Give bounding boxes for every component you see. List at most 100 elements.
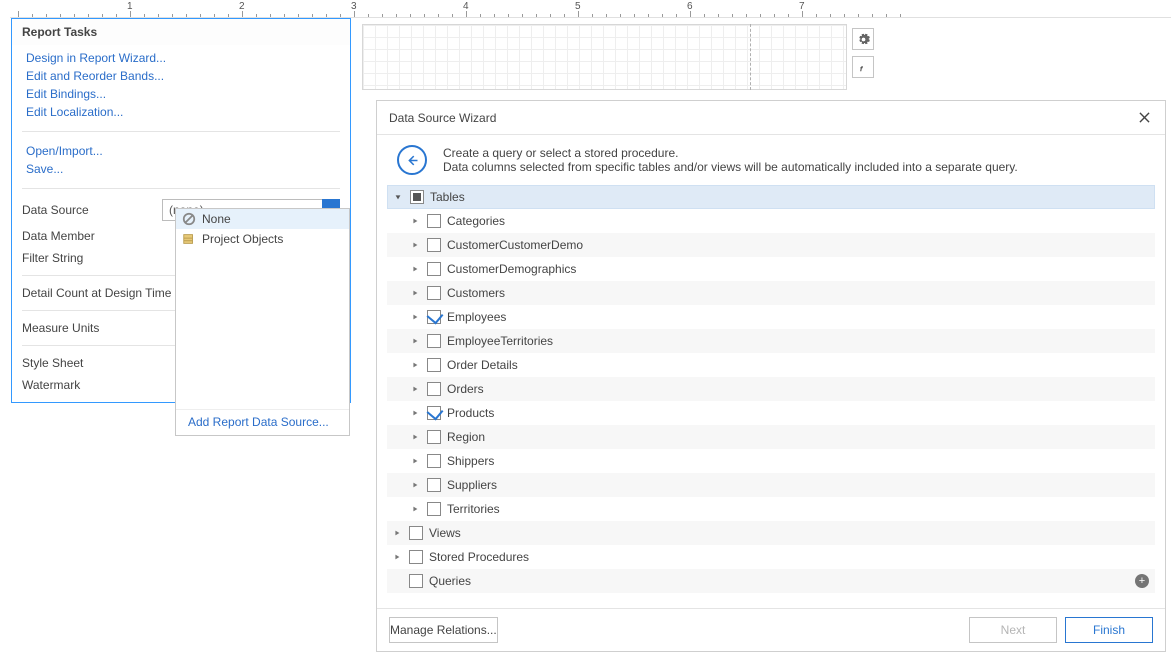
- wizard-next-button[interactable]: Next: [969, 617, 1057, 643]
- wizard-close-button[interactable]: [1135, 109, 1153, 127]
- table-label: Categories: [447, 214, 505, 228]
- expand-icon[interactable]: [409, 457, 421, 465]
- expand-icon[interactable]: [409, 505, 421, 513]
- tree-root-tables[interactable]: Tables: [387, 185, 1155, 209]
- table-checkbox[interactable]: [427, 262, 441, 276]
- table-row[interactable]: Employees: [387, 305, 1155, 329]
- data-source-wizard-dialog: Data Source Wizard Create a query or sel…: [376, 100, 1166, 652]
- table-label: CustomerDemographics: [447, 262, 576, 276]
- canvas-function-button[interactable]: f: [852, 56, 874, 78]
- ruler-vertical: [0, 18, 10, 658]
- table-row[interactable]: Territories: [387, 497, 1155, 521]
- ruler-label: 4: [463, 1, 469, 12]
- label-watermark: Watermark: [22, 378, 162, 392]
- table-label: Employees: [447, 310, 506, 324]
- tree-root-label: Views: [429, 526, 461, 540]
- label-measure-units: Measure Units: [22, 321, 162, 335]
- checkbox-stored-procedures[interactable]: [409, 550, 423, 564]
- database-icon: [182, 232, 196, 246]
- add-query-button[interactable]: +: [1135, 574, 1149, 588]
- canvas-margin-line: [750, 24, 751, 90]
- table-row[interactable]: Suppliers: [387, 473, 1155, 497]
- tree-root-label: Stored Procedures: [429, 550, 529, 564]
- table-row[interactable]: Orders: [387, 377, 1155, 401]
- table-checkbox[interactable]: [427, 478, 441, 492]
- table-checkbox[interactable]: [427, 286, 441, 300]
- wizard-title: Data Source Wizard: [389, 111, 496, 125]
- label-filter-string: Filter String: [22, 251, 162, 265]
- link-edit-bindings[interactable]: Edit Bindings...: [22, 85, 340, 103]
- link-open-import[interactable]: Open/Import...: [22, 142, 340, 160]
- table-label: Territories: [447, 502, 500, 516]
- ruler-label: 6: [687, 1, 693, 12]
- table-label: Shippers: [447, 454, 494, 468]
- dropdown-item-project-objects[interactable]: Project Objects: [176, 229, 349, 249]
- checkbox-views[interactable]: [409, 526, 423, 540]
- expand-icon[interactable]: [409, 217, 421, 225]
- dropdown-add-data-source[interactable]: Add Report Data Source...: [176, 409, 349, 435]
- table-row[interactable]: Shippers: [387, 449, 1155, 473]
- ruler-label: 2: [239, 1, 245, 12]
- table-row[interactable]: CustomerCustomerDemo: [387, 233, 1155, 257]
- label-detail-count: Detail Count at Design Time: [22, 286, 171, 300]
- table-row[interactable]: CustomerDemographics: [387, 257, 1155, 281]
- label-data-member: Data Member: [22, 229, 162, 243]
- table-checkbox[interactable]: [427, 406, 441, 420]
- wizard-back-button[interactable]: [397, 145, 427, 175]
- table-checkbox[interactable]: [427, 334, 441, 348]
- table-row[interactable]: Customers: [387, 281, 1155, 305]
- tree-root-queries[interactable]: Queries +: [387, 569, 1155, 593]
- expand-icon[interactable]: [409, 313, 421, 321]
- checkbox-queries[interactable]: [409, 574, 423, 588]
- expand-icon[interactable]: [409, 433, 421, 441]
- table-checkbox[interactable]: [427, 382, 441, 396]
- ruler-label: 7: [799, 1, 805, 12]
- expand-icon[interactable]: [409, 361, 421, 369]
- table-row[interactable]: Region: [387, 425, 1155, 449]
- report-tasks-title: Report Tasks: [12, 19, 350, 45]
- table-label: Products: [447, 406, 494, 420]
- ruler-horizontal: 1234567: [10, 0, 1171, 18]
- table-label: Orders: [447, 382, 484, 396]
- expand-icon[interactable]: [409, 265, 421, 273]
- tree-root-views[interactable]: Views: [387, 521, 1155, 545]
- data-source-dropdown-list: None Project Objects Add Report Data Sou…: [175, 208, 350, 436]
- expand-icon[interactable]: [409, 409, 421, 417]
- expand-icon[interactable]: [409, 481, 421, 489]
- dropdown-item-none[interactable]: None: [176, 209, 349, 229]
- table-checkbox[interactable]: [427, 238, 441, 252]
- table-label: EmployeeTerritories: [447, 334, 553, 348]
- table-row[interactable]: Products: [387, 401, 1155, 425]
- dropdown-item-label: None: [202, 212, 231, 226]
- link-edit-bands[interactable]: Edit and Reorder Bands...: [22, 67, 340, 85]
- expand-icon[interactable]: [409, 385, 421, 393]
- table-checkbox[interactable]: [427, 454, 441, 468]
- wizard-finish-button[interactable]: Finish: [1065, 617, 1153, 643]
- table-label: CustomerCustomerDemo: [447, 238, 583, 252]
- table-checkbox[interactable]: [427, 358, 441, 372]
- table-checkbox[interactable]: [427, 502, 441, 516]
- table-checkbox[interactable]: [427, 214, 441, 228]
- collapse-icon[interactable]: [392, 193, 404, 201]
- table-row[interactable]: Order Details: [387, 353, 1155, 377]
- expand-icon[interactable]: [409, 337, 421, 345]
- expand-icon[interactable]: [391, 529, 403, 537]
- checkbox-tables[interactable]: [410, 190, 424, 204]
- manage-relations-button[interactable]: Manage Relations...: [389, 617, 498, 643]
- canvas-gear-button[interactable]: [852, 28, 874, 50]
- link-design-wizard[interactable]: Design in Report Wizard...: [22, 49, 340, 67]
- link-save[interactable]: Save...: [22, 160, 340, 178]
- table-row[interactable]: Categories: [387, 209, 1155, 233]
- tree-root-stored-procedures[interactable]: Stored Procedures: [387, 545, 1155, 569]
- table-checkbox[interactable]: [427, 430, 441, 444]
- expand-icon[interactable]: [409, 289, 421, 297]
- table-label: Customers: [447, 286, 505, 300]
- link-edit-localization[interactable]: Edit Localization...: [22, 103, 340, 121]
- report-canvas[interactable]: [362, 24, 847, 90]
- expand-icon[interactable]: [391, 553, 403, 561]
- expand-icon[interactable]: [409, 241, 421, 249]
- table-label: Order Details: [447, 358, 518, 372]
- table-row[interactable]: EmployeeTerritories: [387, 329, 1155, 353]
- table-checkbox[interactable]: [427, 310, 441, 324]
- tree-root-label: Tables: [430, 190, 465, 204]
